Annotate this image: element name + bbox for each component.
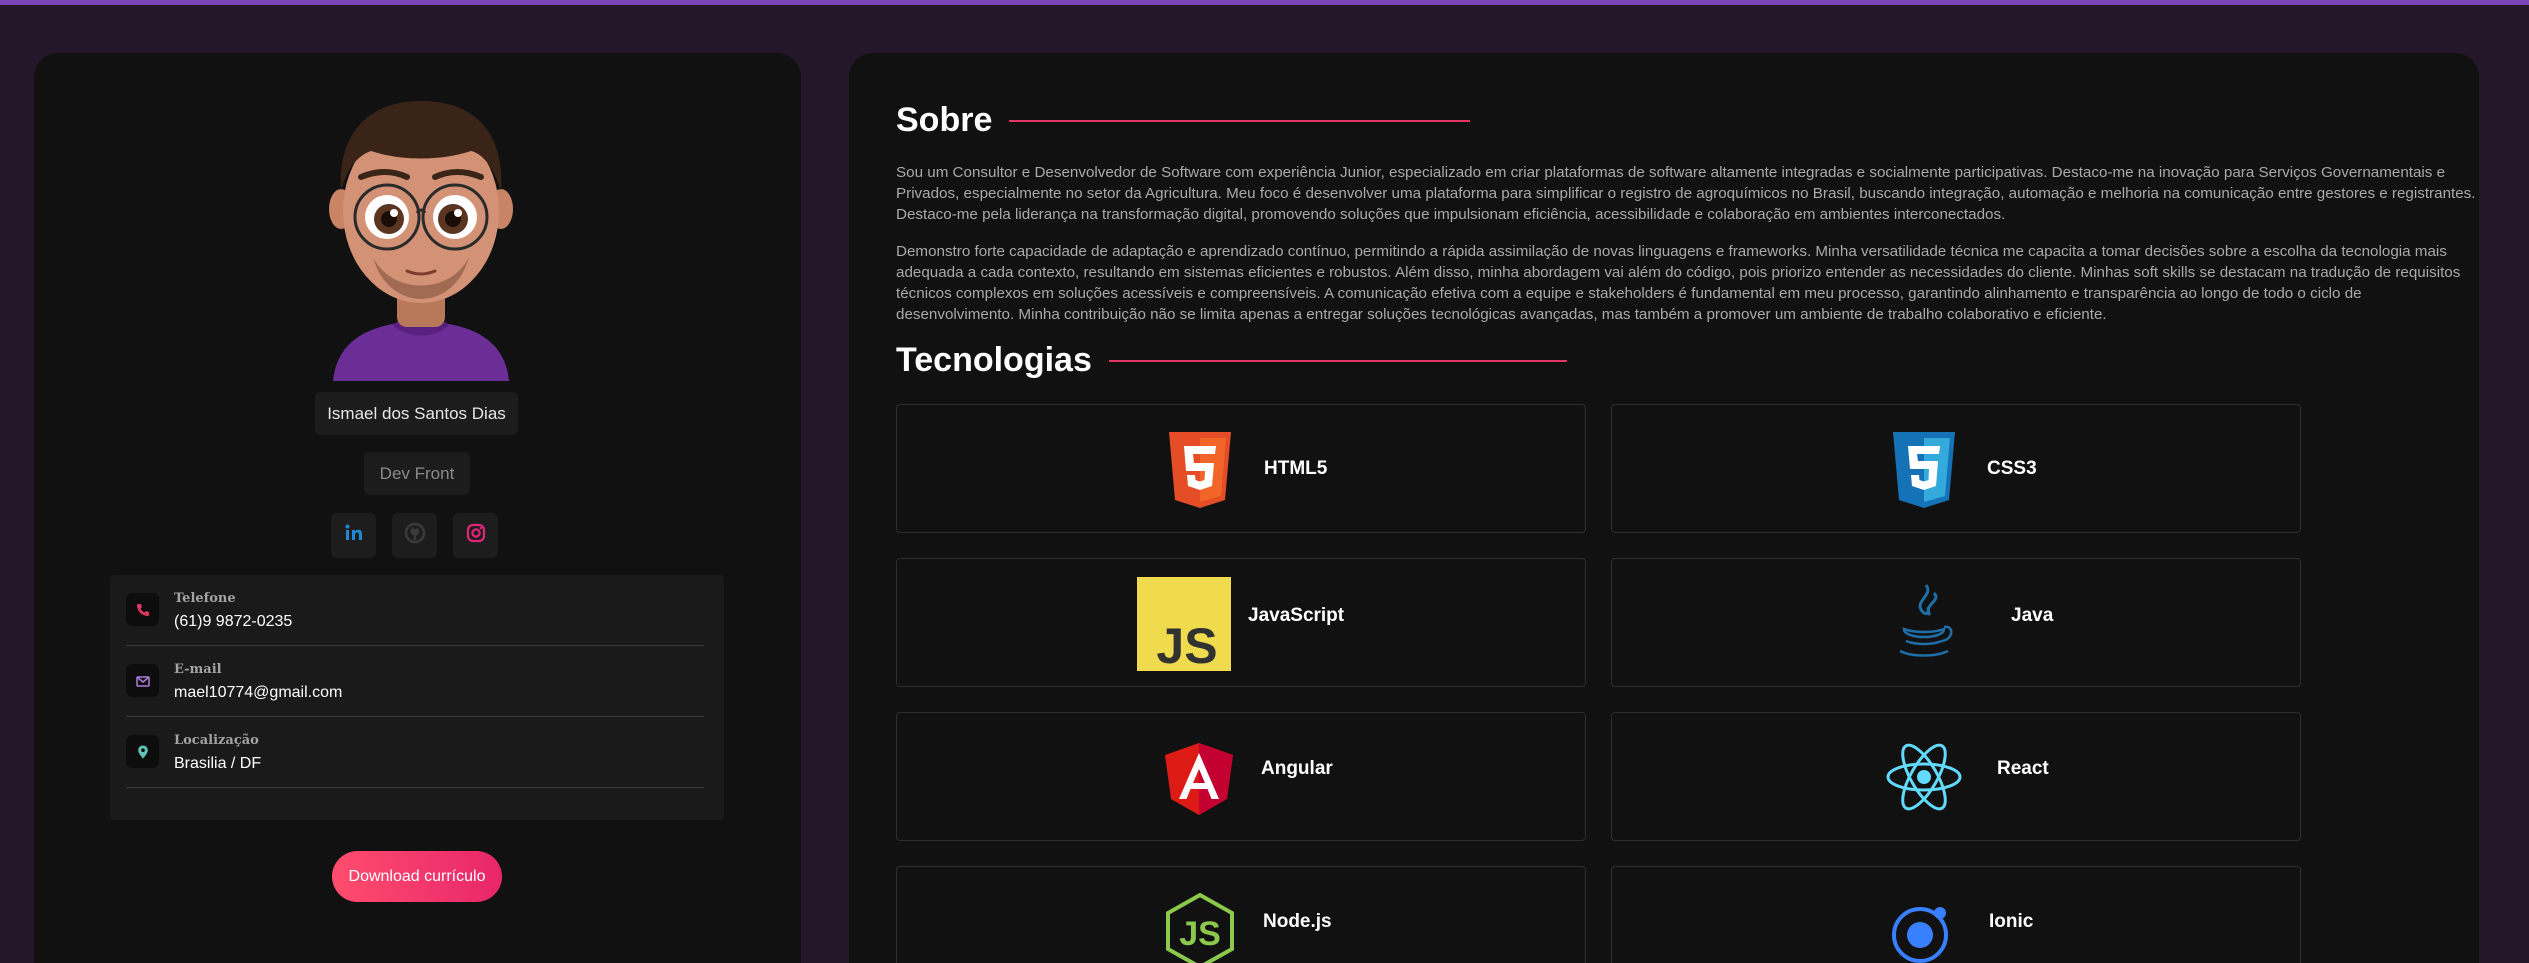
tech-card-ionic[interactable]: Ionic	[1611, 866, 2301, 963]
java-icon	[1892, 583, 1956, 670]
svg-text:JS: JS	[1179, 915, 1221, 953]
ionic-icon	[1890, 901, 1954, 963]
tech-title: Tecnologias	[896, 341, 1092, 379]
instagram-icon	[466, 523, 486, 548]
tech-card-css3[interactable]: CSS3	[1611, 404, 2301, 533]
tech-title-underline	[1109, 360, 1567, 362]
tech-name: CSS3	[1987, 458, 2037, 479]
linkedin-link[interactable]	[331, 513, 376, 558]
tech-name: Angular	[1261, 758, 1333, 779]
tech-name: JavaScript	[1248, 605, 1345, 626]
contact-email: E-mail mael10774@gmail.com	[126, 646, 704, 717]
about-title-underline	[1009, 120, 1470, 122]
linkedin-icon	[344, 523, 364, 548]
location-pin-icon	[126, 735, 159, 768]
tech-card-java[interactable]: Java	[1611, 558, 2301, 687]
tech-name: Java	[2011, 605, 2054, 626]
nodejs-icon: JS	[1165, 892, 1235, 963]
contact-location: Localização Brasilia / DF	[126, 717, 704, 788]
react-icon	[1884, 741, 1964, 818]
tech-name: Ionic	[1989, 911, 2034, 932]
content-card: Sobre Sou um Consultor e Desenvolvedor d…	[849, 53, 2479, 963]
javascript-icon: JS	[1137, 577, 1231, 676]
tech-name: Node.js	[1263, 911, 1332, 932]
instagram-link[interactable]	[453, 513, 498, 558]
tech-card-javascript[interactable]: JS JavaScript	[896, 558, 1586, 687]
tech-card-angular[interactable]: Angular	[896, 712, 1586, 841]
phone-icon	[126, 593, 159, 626]
location-value: Brasilia / DF	[174, 755, 262, 772]
css3-icon	[1889, 430, 1959, 515]
profile-card: Ismael dos Santos Dias Dev Front Telefon…	[34, 53, 801, 963]
tech-card-html5[interactable]: HTML5	[896, 404, 1586, 533]
about-paragraph: Demonstro forte capacidade de adaptação …	[896, 243, 2461, 323]
svg-text:JS: JS	[1156, 618, 1217, 671]
profile-name: Ismael dos Santos Dias	[315, 392, 518, 435]
contact-label: E-mail	[174, 662, 222, 677]
about-paragraph: Sou um Consultor e Desenvolvedor de Soft…	[896, 164, 2476, 223]
tech-name: HTML5	[1264, 458, 1328, 479]
about-title: Sobre	[896, 101, 993, 139]
avatar	[311, 81, 531, 381]
contact-label: Localização	[174, 733, 259, 748]
download-cv-button[interactable]: Download currículo	[332, 851, 502, 902]
tech-card-react[interactable]: React	[1611, 712, 2301, 841]
mail-icon	[126, 664, 159, 697]
github-icon	[404, 522, 426, 549]
contact-info: Telefone (61)9 9872-0235 E-mail mael1077…	[110, 575, 724, 820]
html5-icon	[1165, 430, 1235, 515]
profile-role: Dev Front	[364, 452, 470, 495]
phone-value[interactable]: (61)9 9872-0235	[174, 613, 292, 631]
email-value[interactable]: mael10774@gmail.com	[174, 684, 342, 702]
top-accent-bar	[0, 0, 2529, 5]
github-link[interactable]	[392, 513, 437, 558]
angular-icon	[1163, 741, 1235, 822]
tech-name: React	[1997, 758, 2049, 779]
contact-phone: Telefone (61)9 9872-0235	[126, 575, 704, 646]
tech-card-nodejs[interactable]: JS Node.js	[896, 866, 1586, 963]
contact-label: Telefone	[174, 591, 236, 606]
